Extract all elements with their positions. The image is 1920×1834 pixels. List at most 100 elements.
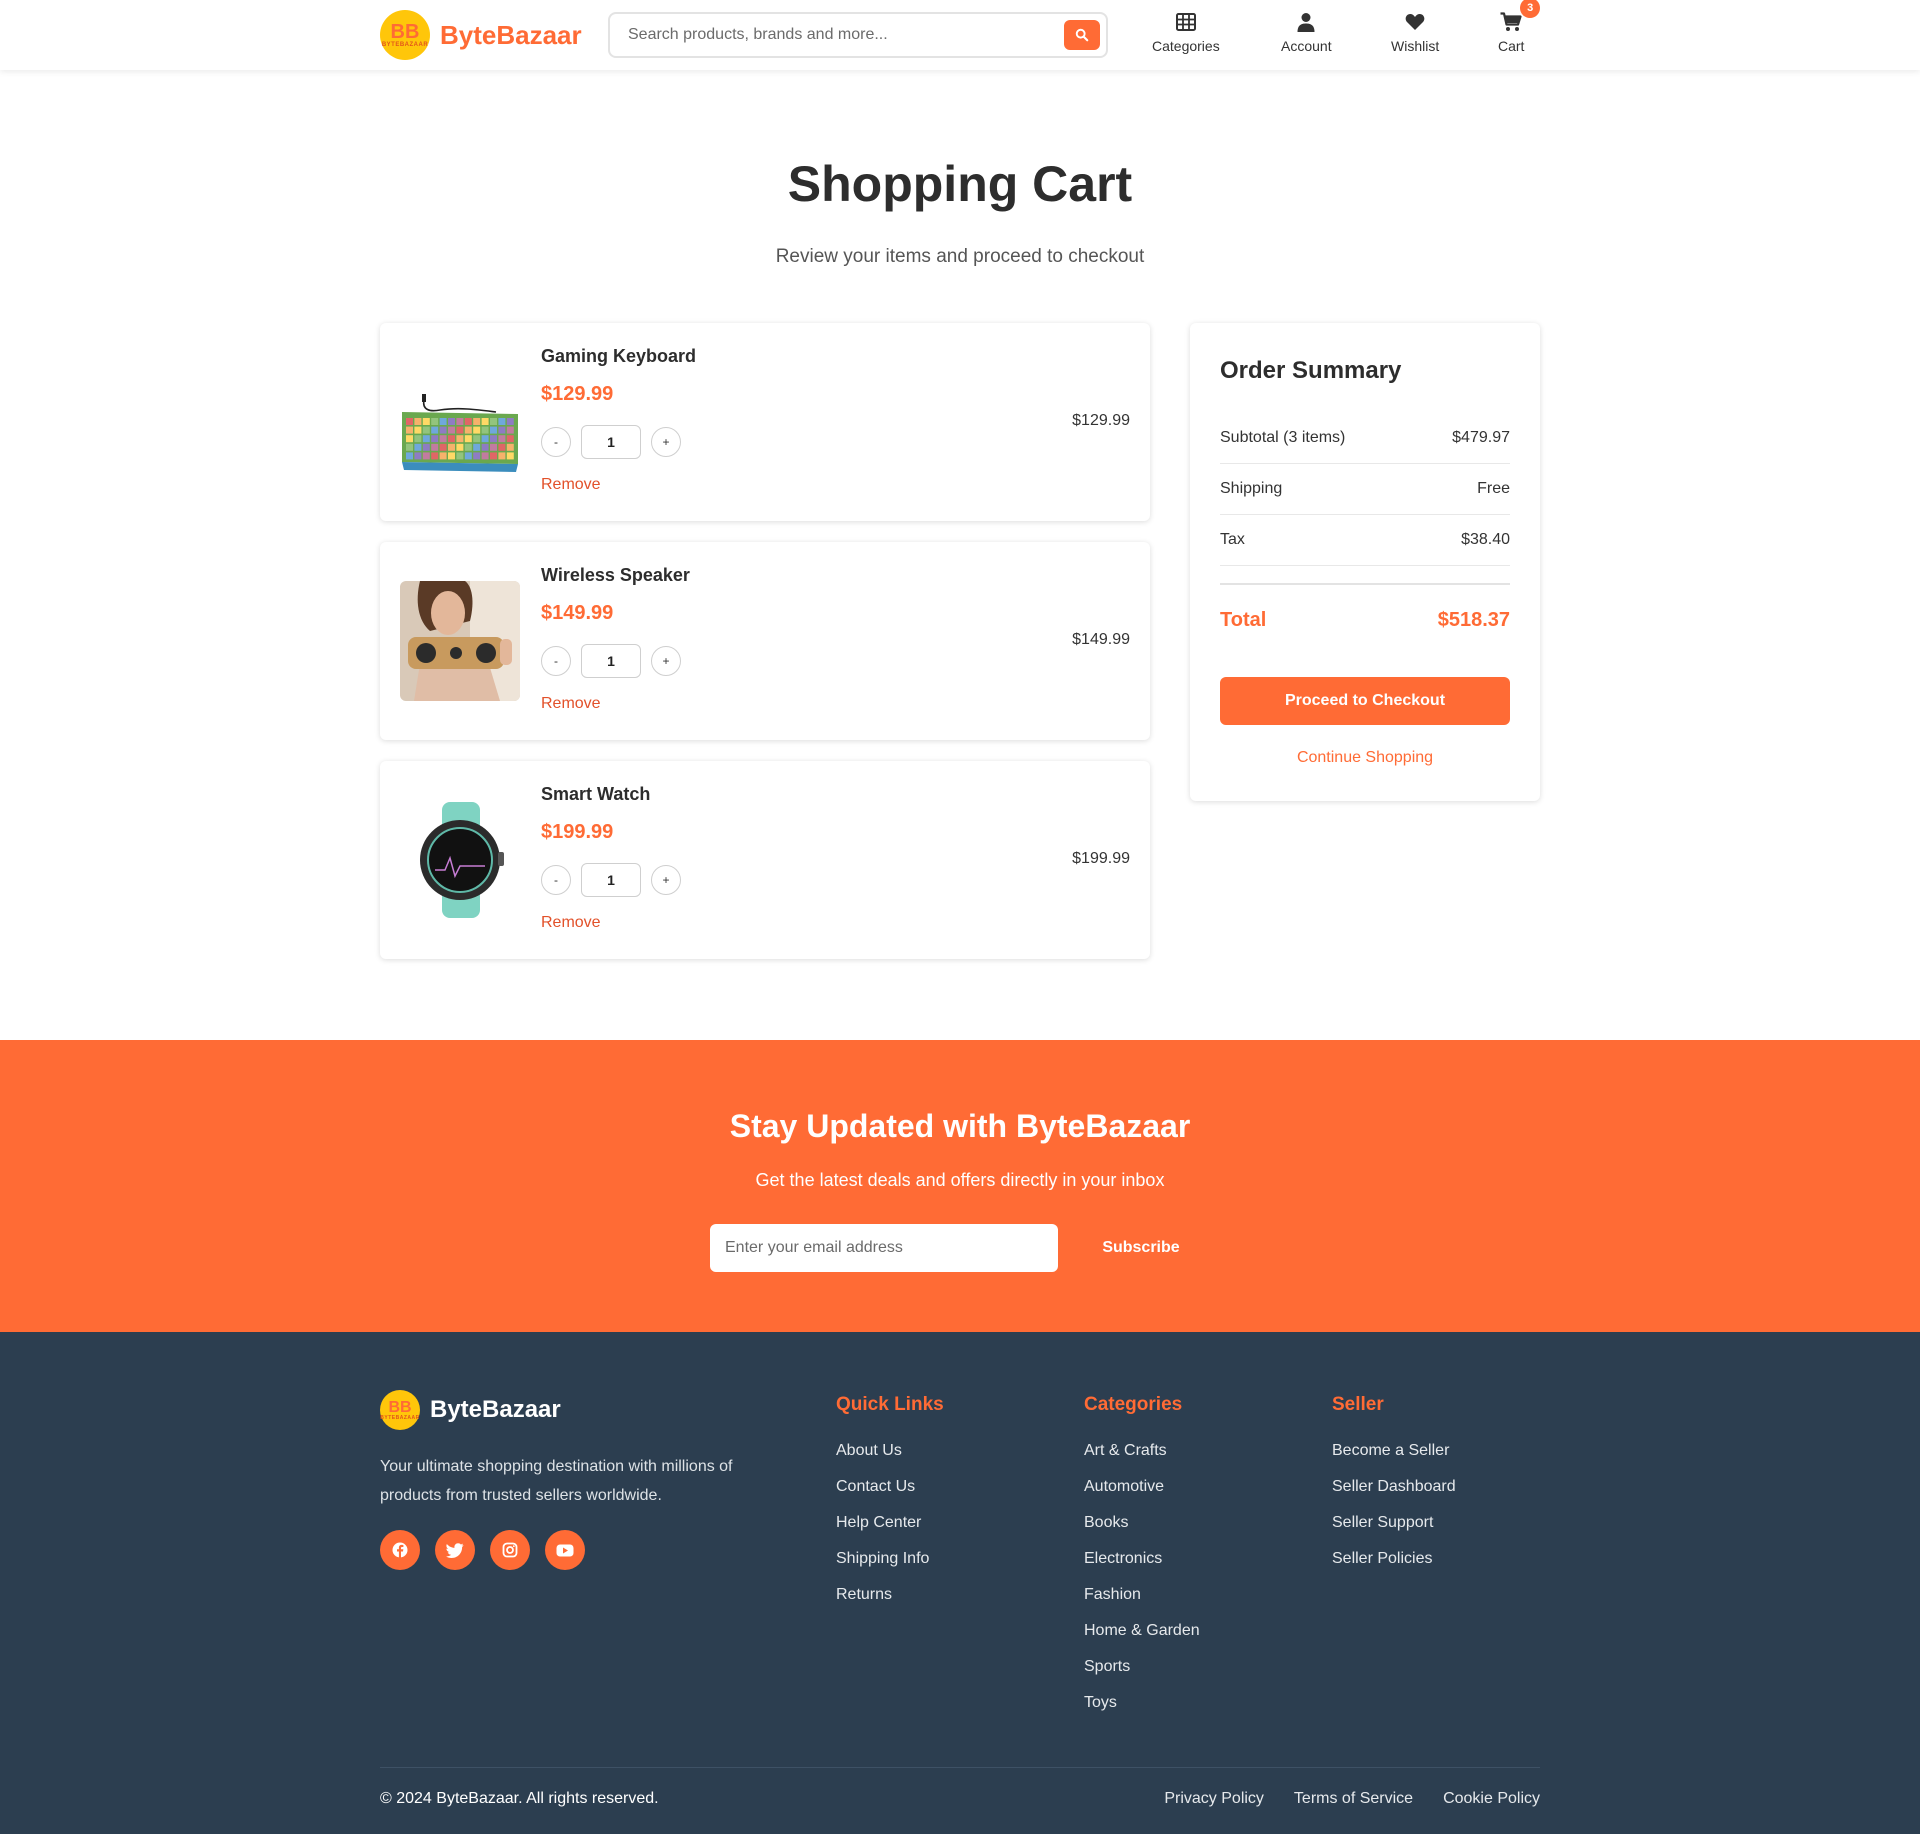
quantity-input[interactable]: 1 (581, 644, 641, 678)
item-name: Wireless Speaker (541, 565, 690, 585)
continue-shopping-link[interactable]: Continue Shopping (1220, 749, 1510, 767)
footer-category-electronics[interactable]: Electronics (1084, 1541, 1200, 1577)
increase-quantity-button[interactable]: + (651, 427, 681, 457)
footer-category-books[interactable]: Books (1084, 1505, 1200, 1541)
site-footer: BB BYTEBAZAAR ByteBazaar Your ultimate s… (0, 1332, 1920, 1834)
logo-badge-icon: BB BYTEBAZAAR (380, 10, 430, 60)
cart-item: Gaming Keyboard $129.99 - 1 + Remove $12… (380, 323, 1150, 521)
nav-wishlist-label: Wishlist (1391, 38, 1440, 54)
increase-quantity-button[interactable]: + (651, 646, 681, 676)
logo-mark: BB (388, 1398, 412, 1416)
shipping-value: Free (1477, 480, 1510, 497)
search-input[interactable] (628, 22, 1048, 48)
footer-divider (380, 1767, 1540, 1768)
footer-link-contact-us[interactable]: Contact Us (836, 1469, 944, 1505)
tax-label: Tax (1220, 531, 1245, 548)
footer-category-art-crafts[interactable]: Art & Crafts (1084, 1433, 1200, 1469)
quantity-stepper: - 1 + (541, 425, 681, 459)
total-row: Total $518.37 (1220, 583, 1510, 632)
speaker-image[interactable] (400, 581, 520, 701)
twitter-icon (446, 1542, 464, 1558)
quantity-input[interactable]: 1 (581, 863, 641, 897)
copyright-text: © 2024 ByteBazaar. All rights reserved. (380, 1790, 659, 1807)
facebook-link[interactable] (380, 1530, 420, 1570)
total-label: Total (1220, 609, 1267, 631)
quantity-stepper: - 1 + (541, 644, 681, 678)
decrease-quantity-button[interactable]: - (541, 427, 571, 457)
social-links (380, 1530, 585, 1570)
footer-link-about-us[interactable]: About Us (836, 1433, 944, 1469)
seller-heading: Seller (1332, 1394, 1384, 1415)
user-icon (1297, 13, 1315, 32)
logo[interactable]: BB BYTEBAZAAR ByteBazaar (380, 10, 582, 60)
grid-icon (1175, 13, 1196, 31)
terms-of-service-link[interactable]: Terms of Service (1294, 1790, 1413, 1808)
youtube-link[interactable] (545, 1530, 585, 1570)
subscribe-button[interactable]: Subscribe (1080, 1224, 1202, 1272)
footer-category-sports[interactable]: Sports (1084, 1649, 1200, 1685)
footer-logo[interactable]: BB BYTEBAZAAR ByteBazaar (380, 1390, 561, 1430)
footer-seller-policies[interactable]: Seller Policies (1332, 1541, 1456, 1577)
footer-link-help-center[interactable]: Help Center (836, 1505, 944, 1541)
footer-quick-links: Quick Links About Us Contact Us Help Cen… (836, 1394, 944, 1613)
search-bar (608, 12, 1108, 58)
twitter-link[interactable] (435, 1530, 475, 1570)
footer-link-shipping-info[interactable]: Shipping Info (836, 1541, 944, 1577)
search-icon (1075, 28, 1089, 42)
subtotal-row: Subtotal (3 items) $479.97 (1220, 413, 1510, 464)
newsletter-title: Stay Updated with ByteBazaar (729, 1108, 1191, 1144)
footer-description: Your ultimate shopping destination with … (380, 1458, 733, 1504)
decrease-quantity-button[interactable]: - (541, 646, 571, 676)
keyboard-image[interactable] (400, 362, 520, 482)
nav-account-label: Account (1281, 38, 1332, 54)
footer-category-automotive[interactable]: Automotive (1084, 1469, 1200, 1505)
item-price: $149.99 (541, 602, 614, 624)
newsletter-subtitle: Get the latest deals and offers directly… (755, 1170, 1165, 1190)
footer-category-home-garden[interactable]: Home & Garden (1084, 1613, 1200, 1649)
footer-seller: Seller Become a Seller Seller Dashboard … (1332, 1394, 1456, 1577)
remove-item-link[interactable]: Remove (541, 695, 601, 713)
subtotal-value: $479.97 (1452, 429, 1510, 446)
watch-image[interactable] (400, 800, 520, 920)
tax-value: $38.40 (1461, 531, 1510, 548)
categories-heading: Categories (1084, 1394, 1183, 1415)
nav-cart[interactable]: 3 Cart (1498, 0, 1541, 54)
page-subtitle: Review your items and proceed to checkou… (775, 246, 1145, 267)
page-title: Shopping Cart (787, 156, 1133, 212)
footer-category-fashion[interactable]: Fashion (1084, 1577, 1200, 1613)
footer-category-toys[interactable]: Toys (1084, 1685, 1200, 1721)
footer-link-returns[interactable]: Returns (836, 1577, 944, 1613)
order-summary-title: Order Summary (1220, 357, 1402, 384)
logo-badge-icon: BB BYTEBAZAAR (380, 1390, 420, 1430)
quantity-input[interactable]: 1 (581, 425, 641, 459)
increase-quantity-button[interactable]: + (651, 865, 681, 895)
logo-small-text: BYTEBAZAAR (380, 1414, 420, 1421)
footer-seller-dashboard[interactable]: Seller Dashboard (1332, 1469, 1456, 1505)
instagram-link[interactable] (490, 1530, 530, 1570)
footer-seller-support[interactable]: Seller Support (1332, 1505, 1456, 1541)
remove-item-link[interactable]: Remove (541, 914, 601, 932)
nav-account[interactable]: Account (1281, 10, 1332, 54)
subtotal-label: Subtotal (3 items) (1220, 429, 1346, 446)
footer-seller-become[interactable]: Become a Seller (1332, 1433, 1456, 1469)
cart-count-badge: 3 (1520, 0, 1541, 18)
search-button[interactable] (1064, 20, 1100, 50)
newsletter-email-input[interactable] (710, 1224, 1058, 1272)
logo-mark: BB (390, 21, 420, 43)
item-price: $199.99 (541, 821, 614, 843)
item-line-total: $129.99 (1072, 412, 1130, 429)
decrease-quantity-button[interactable]: - (541, 865, 571, 895)
youtube-icon (556, 1544, 574, 1556)
nav-categories[interactable]: Categories (1152, 10, 1220, 54)
privacy-policy-link[interactable]: Privacy Policy (1164, 1790, 1264, 1808)
remove-item-link[interactable]: Remove (541, 476, 601, 494)
nav-wishlist[interactable]: Wishlist (1391, 10, 1439, 54)
instagram-icon (502, 1542, 518, 1558)
logo-small-text: BYTEBAZAAR (381, 42, 429, 48)
item-price: $129.99 (541, 383, 614, 405)
shipping-label: Shipping (1220, 480, 1283, 497)
cookie-policy-link[interactable]: Cookie Policy (1443, 1790, 1540, 1808)
proceed-to-checkout-button[interactable]: Proceed to Checkout (1220, 677, 1510, 725)
footer-brand: ByteBazaar (430, 1396, 561, 1423)
nav-categories-label: Categories (1152, 38, 1220, 54)
